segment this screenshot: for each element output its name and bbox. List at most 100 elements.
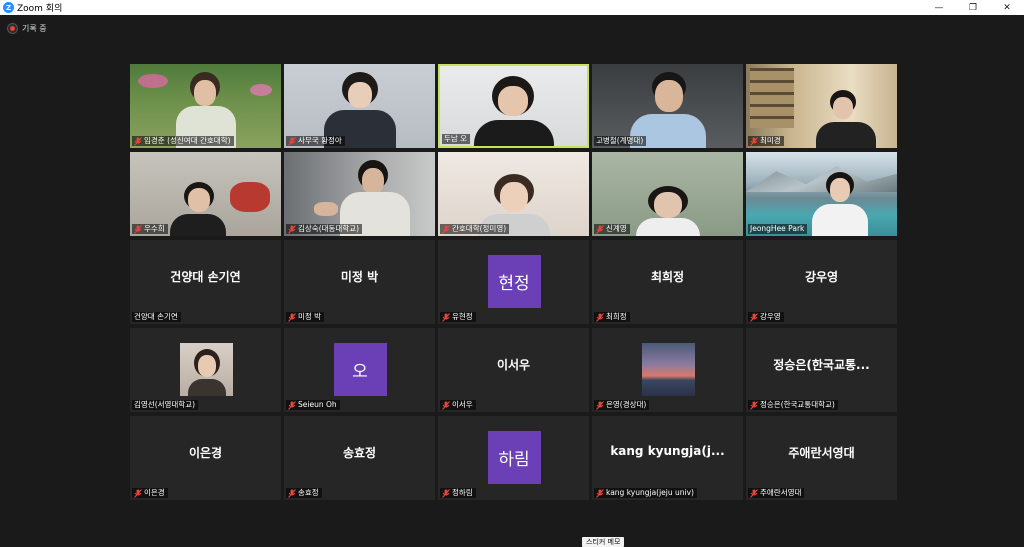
participant-name: 유현정 [452,312,473,321]
muted-mic-icon [442,400,450,410]
video-tile-active-speaker[interactable]: 두남 오 [438,64,589,148]
participant-tile[interactable]: 김영선(서영대학교) [130,328,281,412]
participant-tile[interactable]: 최희정 최희정 [592,240,743,324]
muted-mic-icon [288,488,296,498]
video-tile[interactable]: 최미경 [746,64,897,148]
close-icon[interactable]: ✕ [990,0,1024,15]
participant-label: 정하림 [440,488,476,498]
participant-label: kang kyungja(jeju univ) [594,488,697,498]
participant-name: 정하림 [452,488,473,497]
participant-name: 은영(경상대) [606,400,647,409]
participant-tile[interactable]: 건양대 손기연 건양대 손기연 [130,240,281,324]
participant-label: 유현정 [440,312,476,322]
participant-label: 주애란서영대 [748,488,805,498]
participant-name: 최미경 [760,136,781,145]
participant-name: 사무국 황정아 [298,136,342,145]
participant-display-name: 이은경 [188,446,223,460]
participant-label: 두남 오 [442,134,471,144]
video-tile[interactable]: 간호대학(정미영) [438,152,589,236]
muted-mic-icon [134,136,142,146]
participant-tile[interactable]: 오 Seieun Oh [284,328,435,412]
participant-display-name: 정승은(한국교통... [773,358,870,372]
participant-tile[interactable]: 강우영 강우영 [746,240,897,324]
participant-label: 임경춘 (성신여대 간호대학) [132,136,234,146]
participant-name: kang kyungja(jeju univ) [606,488,694,497]
participant-label: 송효정 [286,488,322,498]
participant-label: 은영(경상대) [594,400,650,410]
record-icon [7,22,18,34]
participant-name: Seieun Oh [298,400,337,409]
participant-name: 우수희 [144,224,165,233]
participant-display-name: 강우영 [804,270,839,284]
muted-mic-icon [750,136,758,146]
sticky-note-button[interactable]: 스티커 메모 [582,537,625,547]
participant-tile[interactable]: 은영(경상대) [592,328,743,412]
gallery-grid: 임경춘 (성신여대 간호대학) 사무국 황정아 두남 오 고병철(계명대) 최미… [130,64,897,500]
muted-mic-icon [596,488,604,498]
muted-mic-icon [750,312,758,322]
participant-name: 미정 박 [298,312,322,321]
video-tile[interactable]: 김상숙(대동대학교) [284,152,435,236]
video-tile[interactable]: 고병철(계명대) [592,64,743,148]
participant-tile[interactable]: 주애란서영대 주애란서영대 [746,416,897,500]
participant-tile[interactable]: 송효정 송효정 [284,416,435,500]
participant-tile[interactable]: 정승은(한국교통... 정승은(한국교통대학교) [746,328,897,412]
participant-tile[interactable]: 미정 박 미정 박 [284,240,435,324]
participant-name: 김상숙(대동대학교) [298,224,360,233]
participant-display-name: 최희정 [650,270,685,284]
avatar: 하림 [487,431,541,484]
video-tile[interactable]: 신계영 [592,152,743,236]
participant-label: 사무국 황정아 [286,136,345,146]
participant-label: 김영선(서영대학교) [132,400,199,410]
video-tile[interactable]: 임경춘 (성신여대 간호대학) [130,64,281,148]
muted-mic-icon [288,400,296,410]
participant-label: Seieun Oh [286,400,340,410]
video-tile[interactable]: 사무국 황정아 [284,64,435,148]
window-title: Zoom 회의 [17,4,63,14]
zoom-logo-icon: Z [3,2,14,13]
muted-mic-icon [442,312,450,322]
participant-name: 김영선(서영대학교) [134,400,196,409]
muted-mic-icon [596,312,604,322]
participant-label: 김상숙(대동대학교) [286,224,363,234]
muted-mic-icon [134,488,142,498]
participant-display-name: kang kyungja(j... [610,444,725,458]
participant-label: 건양대 손기연 [132,312,181,322]
muted-mic-icon [750,488,758,498]
video-tile[interactable]: JeongHee Park [746,152,897,236]
participant-name: 송효정 [298,488,319,497]
profile-photo [179,343,233,396]
avatar: 현정 [487,255,541,308]
participant-name: 간호대학(정미영) [452,224,507,233]
muted-mic-icon [288,136,296,146]
muted-mic-icon [442,488,450,498]
participant-name: 건양대 손기연 [134,312,178,321]
avatar: 오 [333,343,387,396]
participant-tile[interactable]: 이은경 이은경 [130,416,281,500]
participant-display-name: 이서우 [496,358,531,372]
participant-label: 우수희 [132,224,168,234]
muted-mic-icon [596,400,604,410]
muted-mic-icon [442,224,450,234]
participant-tile[interactable]: 하림 정하림 [438,416,589,500]
participant-label: 고병철(계명대) [594,136,647,146]
recording-label: 기록 중 [22,23,47,33]
minimize-icon[interactable]: — [922,0,956,15]
restore-icon[interactable]: ❐ [956,0,990,15]
muted-mic-icon [288,224,296,234]
participant-tile[interactable]: 이서우 이서우 [438,328,589,412]
participant-name: 고병철(계명대) [596,136,644,145]
participant-name: 정승은(한국교통대학교) [760,400,835,409]
participant-label: 최미경 [748,136,784,146]
participant-name: 강우영 [760,312,781,321]
participant-label: 이은경 [132,488,168,498]
participant-display-name: 건양대 손기연 [170,270,241,284]
recording-indicator[interactable]: 기록 중 [7,21,47,35]
participant-label: 최희정 [594,312,630,322]
muted-mic-icon [288,312,296,322]
video-tile[interactable]: 우수희 [130,152,281,236]
participant-label: 정승은(한국교통대학교) [748,400,838,410]
participant-name: 임경춘 (성신여대 간호대학) [144,136,231,145]
participant-tile[interactable]: kang kyungja(j... kang kyungja(jeju univ… [592,416,743,500]
participant-tile[interactable]: 현정 유현정 [438,240,589,324]
